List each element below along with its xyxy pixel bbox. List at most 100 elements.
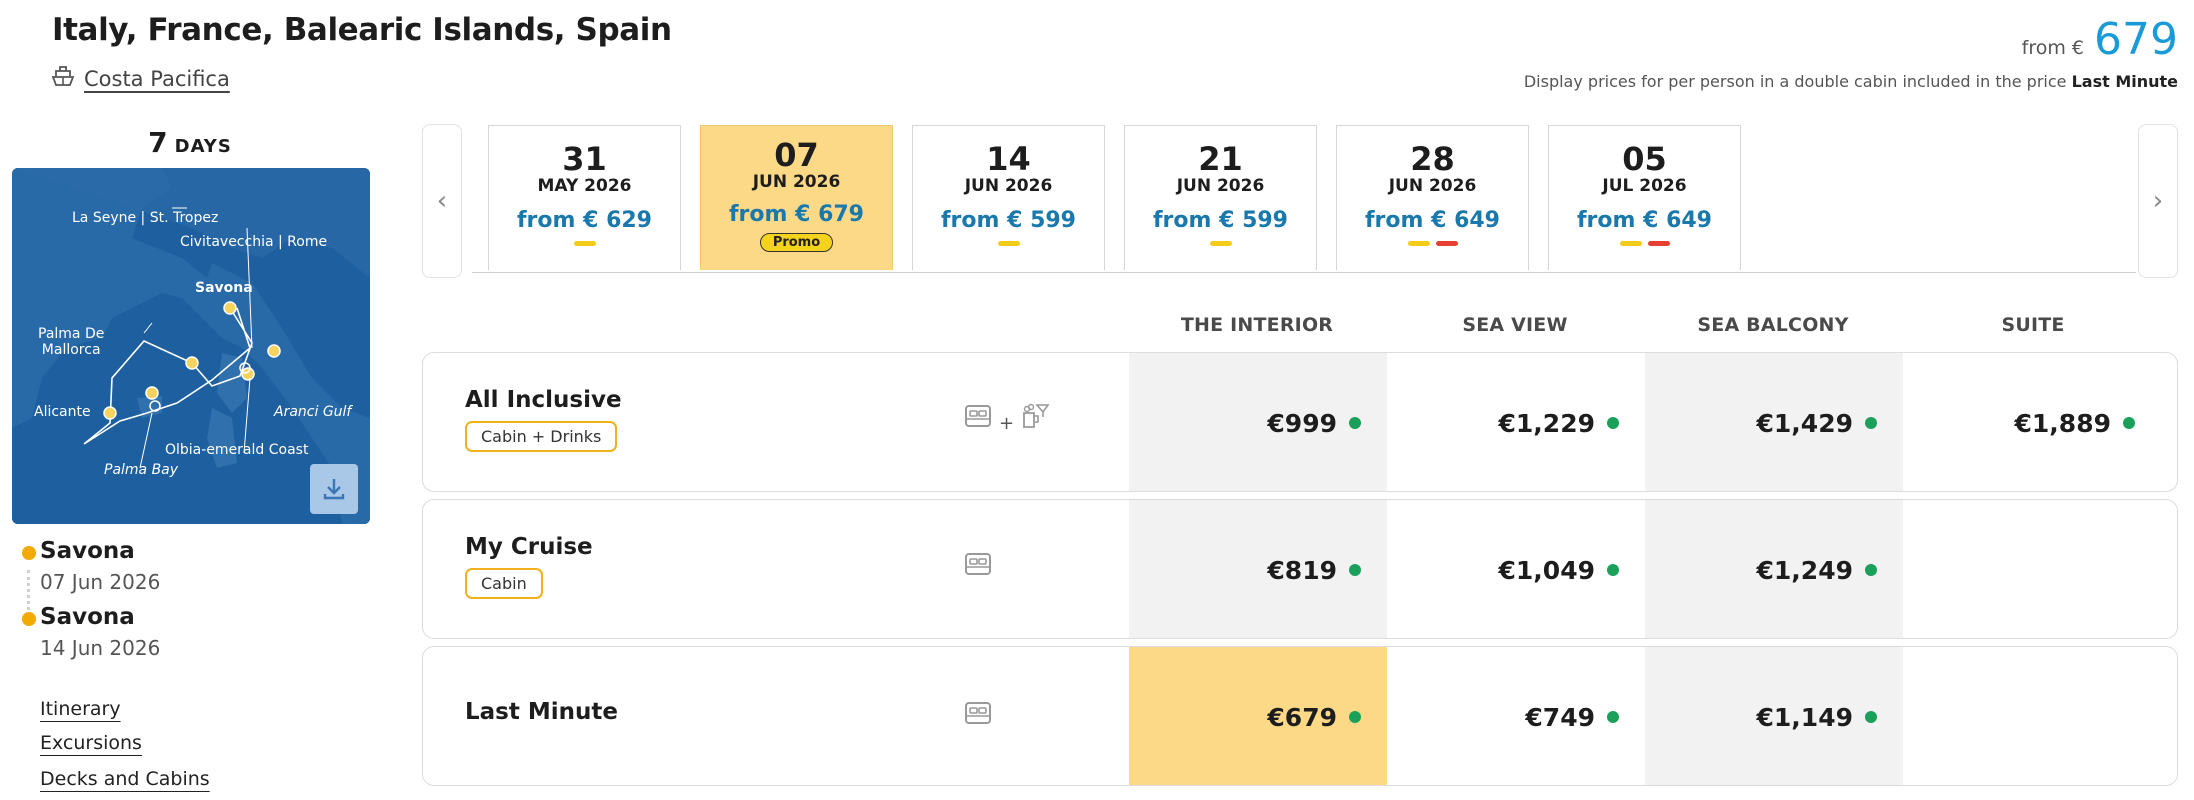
date-price: from € 679 xyxy=(728,202,864,227)
price-cell-suite-empty xyxy=(1903,500,2161,638)
available-dot-icon xyxy=(1607,417,1619,429)
date-card[interactable]: 28 JUN 2026 from € 649 xyxy=(1336,125,1529,270)
from-price: from € 679 xyxy=(2022,14,2178,65)
from-price-value: 679 xyxy=(2094,14,2178,65)
price-cell-interior[interactable]: €819 xyxy=(1129,500,1387,638)
date-month: MAY 2026 xyxy=(537,176,632,196)
arrival-port-name: Savona xyxy=(40,604,135,630)
date-price: from € 629 xyxy=(516,208,652,233)
rate-name: Last Minute xyxy=(465,699,618,725)
date-month: JUN 2026 xyxy=(1388,176,1477,196)
bed-icon xyxy=(963,402,993,434)
availability-mark xyxy=(1407,241,1430,246)
rate-row-all-inclusive: All Inclusive Cabin + Drinks + €999 €1,2… xyxy=(422,352,2178,492)
price-cell-sea-view[interactable]: €1,049 xyxy=(1387,500,1645,638)
price-cell-sea-view[interactable]: €1,229 xyxy=(1387,353,1645,491)
cabin-header-suite: SUITE xyxy=(2001,314,2065,336)
available-dot-icon xyxy=(1607,711,1619,723)
map-label-alicante: Alicante xyxy=(34,404,91,420)
date-card[interactable]: 21 JUN 2026 from € 599 xyxy=(1124,125,1317,270)
price-cell-suite-empty xyxy=(1903,647,2161,785)
availability-mark xyxy=(573,241,596,246)
price-value: €999 xyxy=(1267,408,1337,438)
itinerary-map[interactable]: La Seyne | St. Tropez Civitavecchia | Ro… xyxy=(12,168,370,524)
map-label-savona: Savona xyxy=(195,280,253,296)
date-price: from € 599 xyxy=(940,208,1076,233)
departure-port: Savona 07 Jun 2026 xyxy=(22,538,222,598)
port-dot-icon xyxy=(22,612,36,626)
available-dot-icon xyxy=(1607,564,1619,576)
price-value: €679 xyxy=(1267,702,1337,732)
promo-badge: Promo xyxy=(759,233,834,252)
price-cell-interior-selected[interactable]: €679 xyxy=(1129,647,1387,785)
date-day: 07 xyxy=(774,136,819,174)
price-cell-sea-balcony[interactable]: €1,429 xyxy=(1645,353,1903,491)
carousel-prev-button[interactable]: ‹ xyxy=(422,124,462,278)
rate-row-last-minute: Last Minute €679 €749 €1,149 xyxy=(422,646,2178,786)
days-number: 7 xyxy=(148,126,169,159)
itinerary-link[interactable]: Itinerary xyxy=(40,698,121,720)
available-dot-icon xyxy=(1865,711,1877,723)
date-card[interactable]: 14 JUN 2026 from € 599 xyxy=(912,125,1105,270)
availability-marks xyxy=(489,241,680,246)
available-dot-icon xyxy=(1349,417,1361,429)
price-cell-sea-balcony[interactable]: €1,249 xyxy=(1645,500,1903,638)
from-label: from € xyxy=(2021,37,2085,59)
availability-mark xyxy=(997,241,1020,246)
cabin-header-interior: THE INTERIOR xyxy=(1180,314,1334,336)
availability-marks xyxy=(1549,241,1740,246)
cabin-header-sea-balcony: SEA BALCONY xyxy=(1697,314,1849,336)
rate-icons xyxy=(963,699,993,731)
date-day: 05 xyxy=(1622,140,1667,178)
map-label-la-seyne: La Seyne | St. Tropez xyxy=(72,210,219,226)
map-label-aranci: Aranci Gulf xyxy=(274,404,352,420)
price-value: €1,149 xyxy=(1756,702,1853,732)
rate-tag: Cabin + Drinks xyxy=(465,421,618,452)
price-value: €1,229 xyxy=(1498,408,1595,438)
duration-label: 7 DAYS xyxy=(12,126,368,159)
display-note-text: Display prices for per person in a doubl… xyxy=(1523,72,2067,91)
date-card-selected[interactable]: 07 JUN 2026 from € 679 Promo xyxy=(700,125,893,270)
rate-tag: Cabin xyxy=(465,568,543,599)
date-price: from € 649 xyxy=(1364,208,1500,233)
available-dot-icon xyxy=(1865,564,1877,576)
price-display-note: Display prices for per person in a doubl… xyxy=(1524,72,2178,91)
excursions-link[interactable]: Excursions xyxy=(40,732,142,754)
map-label-palma-bay: Palma Bay xyxy=(104,462,179,478)
rate-name: All Inclusive xyxy=(465,387,622,413)
ship-name[interactable]: Costa Pacifica xyxy=(84,67,230,91)
chevron-right-icon: › xyxy=(2152,186,2164,216)
date-price: from € 649 xyxy=(1576,208,1712,233)
availability-mark xyxy=(1619,241,1642,246)
departure-port-name: Savona xyxy=(40,538,135,564)
carousel-next-button[interactable]: › xyxy=(2138,124,2178,278)
port-dot-icon xyxy=(22,546,36,560)
price-cell-sea-view[interactable]: €749 xyxy=(1387,647,1645,785)
download-map-button[interactable] xyxy=(310,464,358,514)
rate-icons: + xyxy=(963,401,1050,435)
availability-mark xyxy=(1209,241,1232,246)
download-icon xyxy=(321,476,347,502)
map-label-palma-de-mallorca: Palma De Mallorca xyxy=(38,326,105,358)
price-value: €1,429 xyxy=(1756,408,1853,438)
price-cell-sea-balcony[interactable]: €1,149 xyxy=(1645,647,1903,785)
date-month: JUN 2026 xyxy=(752,172,841,192)
page-title: Italy, France, Balearic Islands, Spain xyxy=(52,12,672,48)
decks-and-cabins-link[interactable]: Decks and Cabins xyxy=(40,768,210,790)
arrival-date: 14 Jun 2026 xyxy=(40,636,161,660)
date-price: from € 599 xyxy=(1152,208,1288,233)
date-month: JUL 2026 xyxy=(1602,176,1687,196)
ship-link[interactable]: Costa Pacifica xyxy=(51,64,230,93)
price-value: €1,049 xyxy=(1498,555,1595,585)
map-label-olbia: Olbia-emerald Coast xyxy=(165,442,309,458)
rate-icons xyxy=(963,550,993,582)
price-cell-suite[interactable]: €1,889 xyxy=(1903,353,2161,491)
date-card[interactable]: 31 MAY 2026 from € 629 xyxy=(488,125,681,270)
carousel-baseline xyxy=(472,272,2136,273)
chevron-left-icon: ‹ xyxy=(436,186,448,216)
availability-mark xyxy=(1435,241,1458,246)
date-card[interactable]: 05 JUL 2026 from € 649 xyxy=(1548,125,1741,270)
map-label-civitavecchia: Civitavecchia | Rome xyxy=(180,234,328,250)
price-cell-interior[interactable]: €999 xyxy=(1129,353,1387,491)
rate-row-my-cruise: My Cruise Cabin €819 €1,049 €1,249 xyxy=(422,499,2178,639)
